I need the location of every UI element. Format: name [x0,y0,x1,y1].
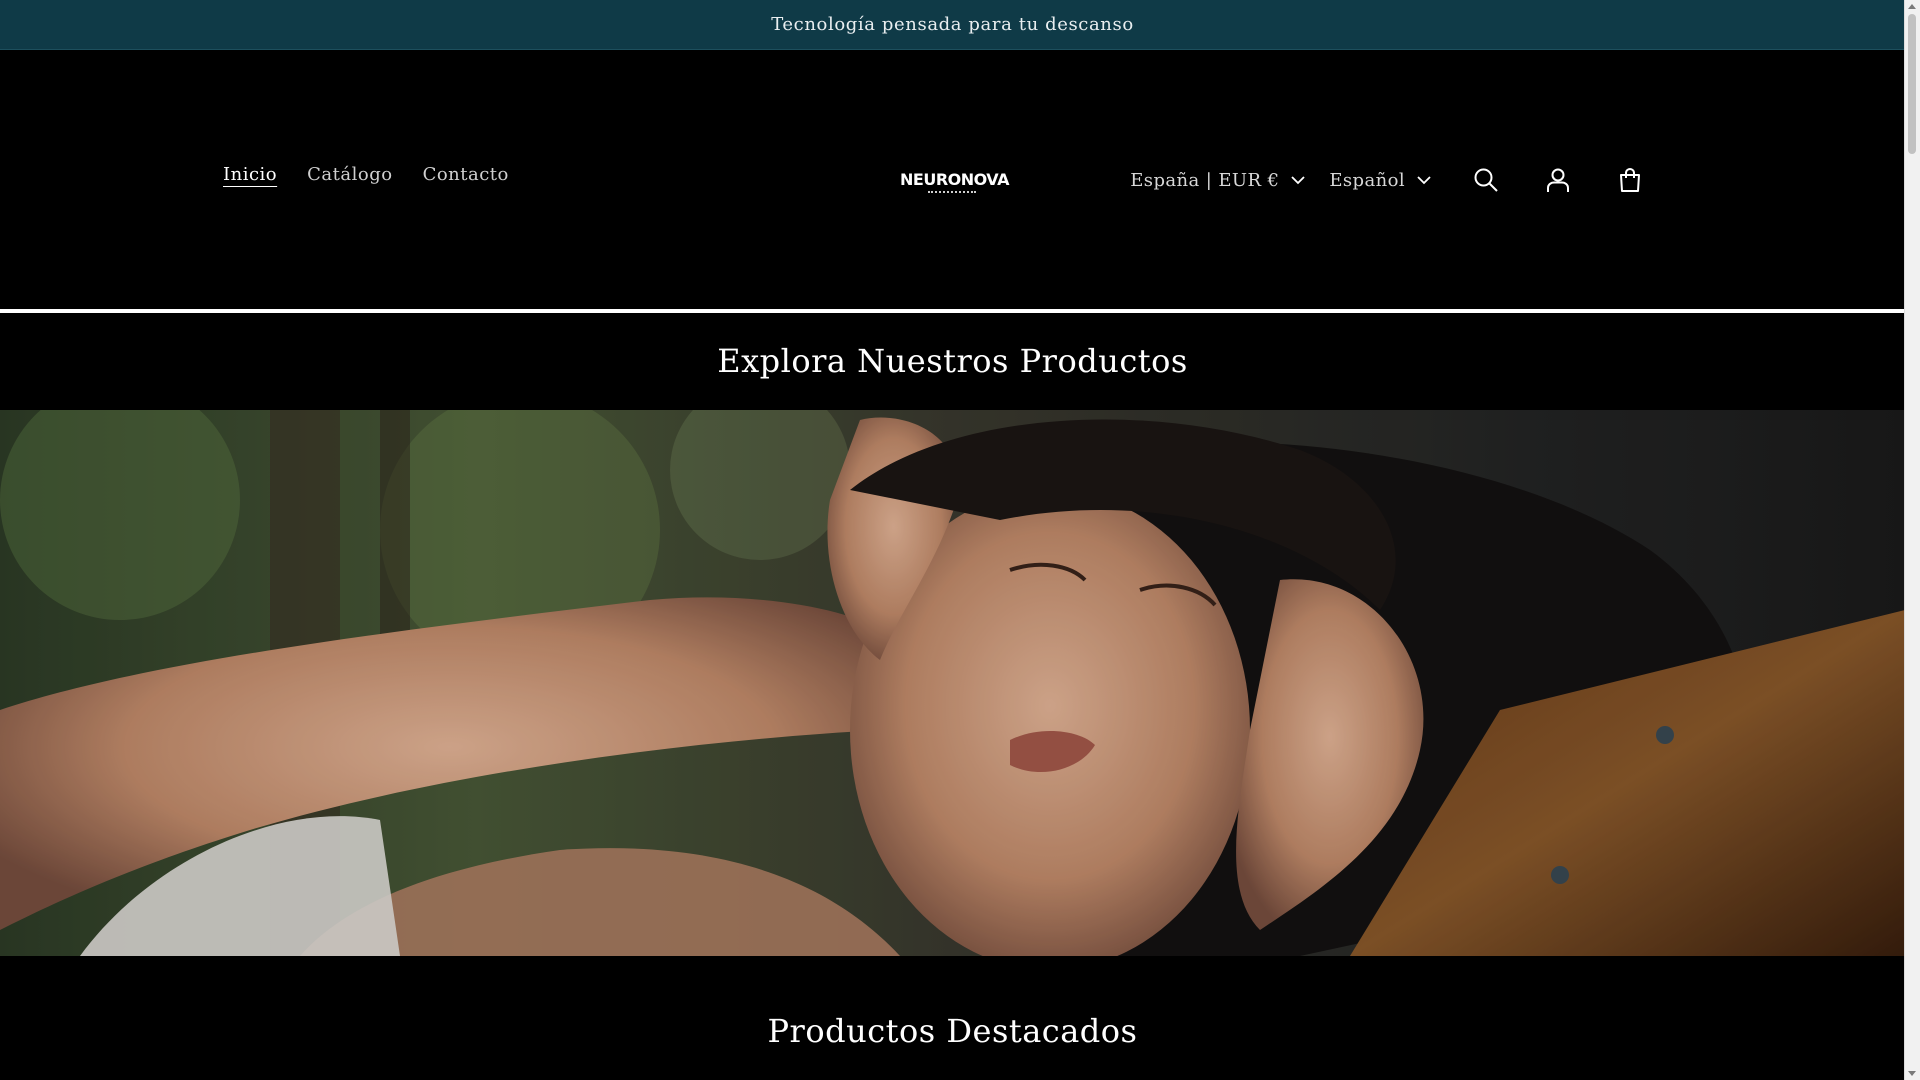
header-divider [0,309,1905,313]
chevron-down-icon [1417,176,1431,185]
site-header: Inicio Catálogo Contacto NEURONOVA Españ… [0,50,1905,312]
language-selector-label: Español [1329,169,1405,191]
nav-item-contacto[interactable]: Contacto [423,164,509,185]
logo[interactable]: NEURONOVA [890,151,1009,203]
cart-button[interactable] [1613,163,1647,197]
country-selector-label: España | EUR € [1130,169,1280,191]
featured-section-title: Productos Destacados [767,1012,1138,1050]
nav-item-inicio[interactable]: Inicio [223,164,277,185]
account-icon [1547,168,1569,192]
logo-text: NEURONOVA [900,169,1009,189]
account-button[interactable] [1541,163,1575,197]
search-button[interactable] [1469,163,1503,197]
cart-icon [1620,167,1640,192]
chevron-down-icon [1291,176,1306,185]
nav-item-catalogo[interactable]: Catálogo [307,164,392,185]
country-selector[interactable]: España | EUR € [1130,169,1306,191]
hero-image [0,410,1905,956]
logo-tagline-mark [928,191,976,196]
scrollbar-thumb[interactable] [1908,14,1916,154]
main-nav: Inicio Catálogo Contacto [223,164,509,185]
page-scrollbar[interactable] [1904,0,1920,1080]
announcement-bar: Tecnología pensada para tu descanso [0,0,1905,50]
announcement-text: Tecnología pensada para tu descanso [771,14,1134,35]
scroll-up-arrow-icon[interactable] [1908,4,1916,9]
hero-photo-woman-resting [0,410,1905,956]
scroll-down-arrow-icon[interactable] [1908,1071,1916,1076]
header-actions: España | EUR € Español [1130,145,1647,215]
language-selector[interactable]: Español [1329,170,1431,191]
search-icon [1474,168,1498,192]
explore-section-title: Explora Nuestros Productos [717,342,1188,380]
